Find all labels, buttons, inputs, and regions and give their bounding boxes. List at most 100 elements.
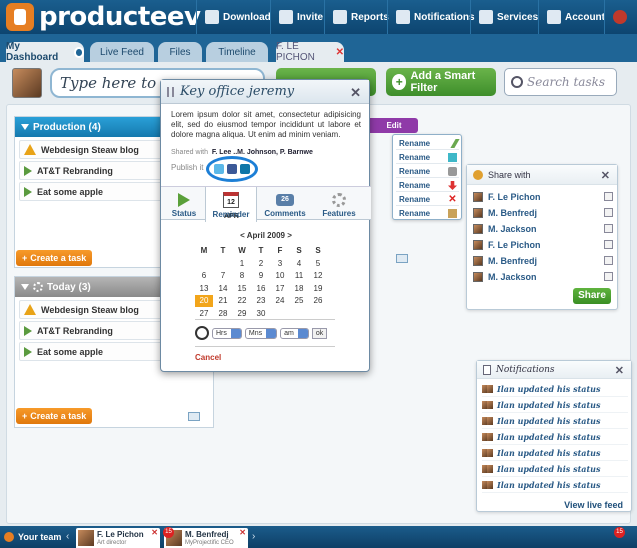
nav-notifications[interactable]: Notifications [387, 0, 483, 34]
calendar-day[interactable]: 8 [233, 270, 251, 282]
share-person[interactable]: M. Jackson [473, 222, 613, 236]
calendar-day[interactable]: 12 [309, 270, 327, 282]
share-checkbox[interactable] [604, 256, 613, 265]
minutes-select[interactable]: Mns [244, 327, 278, 339]
ok-button[interactable]: ok [311, 327, 328, 339]
calendar-day[interactable]: 2 [252, 258, 270, 270]
share-checkbox[interactable] [604, 272, 613, 281]
calendar-day[interactable]: 24 [271, 295, 289, 307]
calendar-day[interactable]: 28 [214, 308, 232, 320]
calendar-month-nav[interactable]: < April 2009 > [161, 231, 371, 240]
close-icon[interactable]: ✕ [350, 85, 361, 101]
twitter-icon[interactable] [214, 164, 224, 174]
tab-timeline[interactable]: Timeline [206, 42, 268, 62]
calendar-day[interactable]: 10 [271, 270, 289, 282]
share-checkbox[interactable] [604, 224, 613, 233]
hours-select[interactable]: Hrs [212, 327, 242, 339]
share-person[interactable]: F. Le Pichon [473, 238, 613, 252]
tab-files[interactable]: Files [158, 42, 202, 62]
calendar-day[interactable]: 21 [214, 295, 232, 307]
pause-icon[interactable] [167, 86, 174, 97]
calendar-day[interactable]: 11 [290, 270, 308, 282]
facebook-icon[interactable] [227, 164, 237, 174]
notification-item[interactable]: Ilan updated his status [482, 478, 628, 493]
tab-le-pichon[interactable]: F. LE PICHON ✕ [276, 41, 344, 63]
calendar-day[interactable]: 20 [195, 295, 213, 307]
create-task-button[interactable]: + Create a task [16, 408, 93, 424]
collapse-icon[interactable] [21, 124, 29, 130]
calendar-day[interactable]: 19 [309, 283, 327, 295]
calendar-day[interactable]: 13 [195, 283, 213, 295]
ampm-select[interactable]: am [280, 327, 309, 339]
close-icon[interactable]: ✕ [239, 528, 246, 537]
team-member-card[interactable]: M. Benfredj MyProjectific CEO ✕ [164, 528, 248, 548]
calendar-day[interactable]: 26 [309, 295, 327, 307]
calendar-day[interactable]: 22 [233, 295, 251, 307]
calendar-day[interactable]: 14 [214, 283, 232, 295]
calendar-day[interactable]: 25 [290, 295, 308, 307]
calendar-day[interactable]: 7 [214, 270, 232, 282]
user-avatar[interactable] [12, 68, 42, 98]
calendar-day[interactable]: 23 [252, 295, 270, 307]
calendar-day[interactable]: 27 [195, 308, 213, 320]
create-task-button[interactable]: + Create a task [16, 250, 93, 266]
rename-item[interactable]: Rename [396, 137, 460, 150]
calendar-day[interactable]: 9 [252, 270, 270, 282]
calendar-day[interactable]: 4 [290, 258, 308, 270]
team-member-card[interactable]: F. Le Pichon Art director ✕ [76, 528, 160, 548]
share-person[interactable]: M. Benfredj [473, 206, 613, 220]
calendar-day[interactable]: 30 [252, 308, 270, 320]
nav-services[interactable]: Services [470, 0, 546, 34]
notification-badge[interactable]: 15 [614, 527, 625, 538]
calendar-day[interactable]: 6 [195, 270, 213, 282]
rename-item[interactable]: Rename [396, 207, 459, 220]
refresh-icon[interactable] [73, 46, 84, 58]
notification-item[interactable]: Ilan updated his status [482, 398, 628, 413]
close-icon[interactable]: ✕ [615, 364, 624, 377]
share-checkbox[interactable] [604, 192, 613, 201]
collapse-icon[interactable] [21, 284, 29, 290]
share-checkbox[interactable] [604, 240, 613, 249]
close-tab-icon[interactable]: ✕ [336, 47, 344, 58]
calendar-day[interactable]: 5 [309, 258, 327, 270]
rename-item[interactable]: Rename [396, 165, 459, 178]
chevron-right-icon[interactable]: › [252, 531, 255, 542]
window-icon[interactable] [188, 412, 200, 421]
notification-item[interactable]: Ilan updated his status [482, 430, 628, 445]
share-person[interactable]: M. Benfredj [473, 254, 613, 268]
rename-item[interactable]: Rename [396, 151, 459, 164]
tab-reminder[interactable]: 12 APR Reminder [205, 187, 257, 222]
nav-account[interactable]: Account [538, 0, 613, 34]
calendar-day[interactable]: 15 [233, 283, 251, 295]
notification-item[interactable]: Ilan updated his status [482, 446, 628, 461]
rename-item[interactable]: Rename [396, 179, 459, 192]
tab-features[interactable]: Features [315, 187, 363, 221]
add-smart-filter-button[interactable]: + Add a Smart Filter [386, 68, 496, 96]
calendar-day[interactable]: 17 [271, 283, 289, 295]
nav-download[interactable]: Download [196, 0, 279, 34]
rename-item[interactable]: Rename ✕ [396, 193, 459, 206]
view-live-feed-link[interactable]: View live feed [564, 500, 623, 510]
edit-button[interactable]: Edit [370, 118, 418, 133]
nav-reports[interactable]: Reports [324, 0, 397, 34]
nav-invite[interactable]: Invite [270, 0, 331, 34]
calendar-day[interactable]: 3 [271, 258, 289, 270]
notification-item[interactable]: Ilan updated his status [482, 462, 628, 477]
share-checkbox[interactable] [604, 208, 613, 217]
calendar-day[interactable]: 29 [233, 308, 251, 320]
nav-logout[interactable] [604, 0, 637, 34]
calendar-day[interactable]: 18 [290, 283, 308, 295]
tab-status[interactable]: Status [167, 187, 201, 221]
your-team-button[interactable]: Your team [4, 526, 61, 548]
share-person[interactable]: M. Jackson [473, 270, 613, 284]
close-icon[interactable]: ✕ [151, 528, 158, 537]
cancel-link[interactable]: Cancel [195, 353, 221, 362]
tab-live-feed[interactable]: Live Feed [90, 42, 154, 62]
notification-item[interactable]: Ilan updated his status [482, 382, 628, 397]
calendar-day[interactable]: 1 [233, 258, 251, 270]
search-tasks-input[interactable]: Search tasks [504, 68, 617, 96]
notification-item[interactable]: Ilan updated his status [482, 414, 628, 429]
tab-comments[interactable]: 26 Comments [261, 187, 309, 221]
linkedin-icon[interactable] [240, 164, 250, 174]
chevron-left-icon[interactable]: ‹ [66, 531, 69, 542]
